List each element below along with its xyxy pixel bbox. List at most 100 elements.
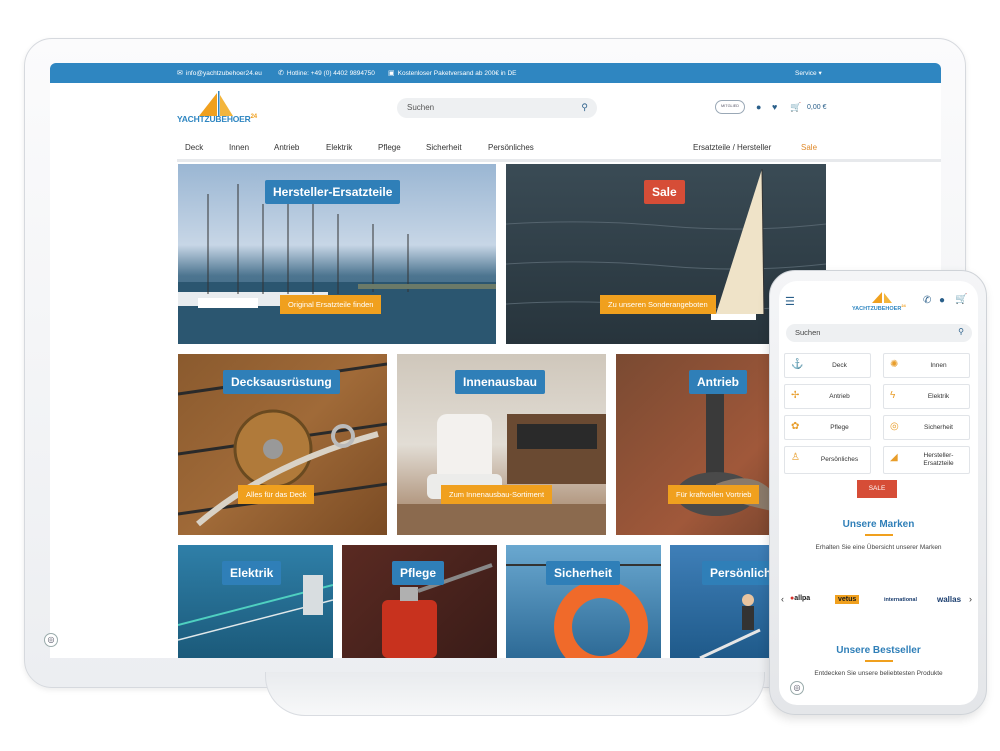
search-icon[interactable]: ⚲ <box>581 102 588 113</box>
tile-innenausbau[interactable]: Innenausbau Zum Innenausbau-Sortiment <box>397 354 606 535</box>
lightning-icon: ϟ <box>890 390 896 401</box>
mobile-cat-innen[interactable]: ✺ Innen <box>883 353 970 378</box>
topbar-service-menu[interactable]: Service ▾ <box>795 69 822 77</box>
member-badge: MITGLIED <box>715 100 745 114</box>
topbar-email[interactable]: ✉ info@yachtzubehoer24.eu <box>177 69 262 78</box>
tile-elektrik[interactable]: Elektrik <box>178 545 333 658</box>
nav-item-innen[interactable]: Innen <box>229 143 249 152</box>
mobile-cat-label: Pflege <box>830 423 849 431</box>
logo-wordmark: YACHTZUBEHOER24 <box>177 114 257 124</box>
mobile-logo-text: YACHTZUBEHOER <box>852 305 902 312</box>
nav-item-sicherheit[interactable]: Sicherheit <box>426 143 462 152</box>
site-logo[interactable]: YACHTZUBEHOER24 <box>177 89 267 129</box>
tile-title: Hersteller-Ersatzteile <box>265 180 401 204</box>
nav-item-deck[interactable]: Deck <box>185 143 203 152</box>
nav-item-antrieb[interactable]: Antrieb <box>274 143 299 152</box>
phone-icon[interactable]: ✆ <box>923 295 931 306</box>
tile-cta-button[interactable]: Original Ersatzteile finden <box>280 295 382 314</box>
main-nav: Deck Innen Antrieb Elektrik Pflege Siche… <box>50 139 941 159</box>
nav-divider <box>177 159 941 162</box>
bestseller-subtitle: Entdecken Sie unsere beliebtesten Produk… <box>814 670 943 677</box>
mobile-sale-button[interactable]: SALE <box>857 480 897 498</box>
brand-vetus[interactable]: vetus <box>835 595 860 604</box>
mobile-logo-wordmark: YACHTZUBEHOER24 <box>852 303 906 312</box>
cart-icon[interactable]: 🛒 <box>790 102 801 113</box>
fingerprint-icon[interactable]: ◎ <box>44 633 58 647</box>
heart-icon[interactable]: ♥ <box>772 102 777 112</box>
topbar-shipping-text: Kostenloser Paketversand ab 200€ in DE <box>397 69 517 77</box>
tile-title: Antrieb <box>689 370 747 394</box>
brands-heading-underline <box>865 534 893 536</box>
mobile-cat-antrieb[interactable]: ✢ Antrieb <box>784 384 871 409</box>
tile-cta-button[interactable]: Für kraftvollen Vortrieb <box>668 485 760 504</box>
tile-title: Sicherheit <box>546 561 621 585</box>
tile-title: Pflege <box>392 561 445 585</box>
logo-sup: 24 <box>250 114 257 121</box>
phone-frame: ☰ YACHTZUBEHOER24 ✆ ● 🛒 Suchen ⚲ ⚓ Deck … <box>769 270 987 715</box>
mobile-search-input[interactable]: Suchen ⚲ <box>786 324 972 342</box>
stage: ✉ info@yachtzubehoer24.eu ✆ Hotline: +49… <box>0 0 1000 751</box>
tile-cta-button[interactable]: Zum Innenausbau-Sortiment <box>441 485 553 504</box>
mobile-logo-sup: 24 <box>901 303 906 308</box>
nav-item-sale[interactable]: Sale <box>801 143 817 152</box>
logo-text: YACHTZUBEHOER <box>177 114 251 124</box>
topbar-service-text: Service ▾ <box>795 70 822 77</box>
fingerprint-icon[interactable]: ◎ <box>790 681 804 695</box>
nav-item-elektrik[interactable]: Elektrik <box>326 143 352 152</box>
mobile-cat-pflege[interactable]: ✿ Pflege <box>784 415 871 440</box>
cart-icon[interactable]: 🛒 <box>955 294 967 305</box>
mobile-cat-persoenliches[interactable]: ♙ Persönliches <box>784 446 871 474</box>
care-icon: ✿ <box>791 421 800 432</box>
mobile-logo[interactable]: YACHTZUBEHOER24 <box>852 291 912 312</box>
search-input[interactable]: Suchen ⚲ <box>397 98 597 118</box>
tile-cta-button[interactable]: Zu unseren Sonderangeboten <box>600 295 716 314</box>
mobile-cat-label: Elektrik <box>927 392 950 400</box>
mobile-screen: ☰ YACHTZUBEHOER24 ✆ ● 🛒 Suchen ⚲ ⚓ Deck … <box>779 281 978 705</box>
chevron-left-icon[interactable]: ‹ <box>781 594 784 604</box>
propeller-icon: ✢ <box>791 390 800 401</box>
mobile-cat-elektrik[interactable]: ϟ Elektrik <box>883 384 970 409</box>
bestseller-heading-underline <box>865 660 893 662</box>
phone-icon: ✆ <box>278 70 284 77</box>
brand-international[interactable]: international <box>884 597 917 603</box>
tile-title: Elektrik <box>222 561 282 585</box>
mobile-cat-deck[interactable]: ⚓ Deck <box>784 353 871 378</box>
nav-item-persoenliches[interactable]: Persönliches <box>488 143 534 152</box>
topbar-email-text: info@yachtzubehoer24.eu <box>185 69 262 77</box>
topbar-hotline-text: Hotline: +49 (0) 4402 9894750 <box>286 69 375 77</box>
sun-icon: ✺ <box>890 359 899 370</box>
search-placeholder: Suchen <box>407 103 435 112</box>
site-header: YACHTZUBEHOER24 Suchen ⚲ MITGLIED ● ♥ 🛒 … <box>50 83 941 139</box>
mobile-cat-label: Antrieb <box>829 392 850 400</box>
lifebuoy-icon: ◎ <box>890 421 899 432</box>
tile-sicherheit[interactable]: Sicherheit <box>506 545 661 658</box>
mobile-cat-sicherheit[interactable]: ◎ Sicherheit <box>883 415 970 440</box>
topbar-hotline[interactable]: ✆ Hotline: +49 (0) 4402 9894750 <box>278 69 375 78</box>
menu-icon[interactable]: ☰ <box>785 295 795 308</box>
mobile-cat-label: Hersteller-Ersatzteile <box>923 452 954 467</box>
nav-item-pflege[interactable]: Pflege <box>378 143 401 152</box>
search-icon[interactable]: ⚲ <box>958 327 964 336</box>
user-icon[interactable]: ● <box>939 295 945 306</box>
mobile-search-placeholder: Suchen <box>795 328 821 337</box>
anchor-icon: ⚓ <box>791 359 804 370</box>
sail-icon: ◢ <box>890 452 898 463</box>
topbar: ✉ info@yachtzubehoer24.eu ✆ Hotline: +49… <box>50 63 941 83</box>
brands-subtitle: Erhalten Sie eine Übersicht unserer Mark… <box>815 544 942 551</box>
box-icon: ▣ <box>388 70 395 77</box>
monitor-stand <box>265 672 765 716</box>
person-icon: ♙ <box>791 452 800 463</box>
tile-pflege[interactable]: Pflege <box>342 545 497 658</box>
brand-wallas[interactable]: wallas <box>937 595 961 604</box>
nav-item-ersatzteile[interactable]: Ersatzteile / Hersteller <box>693 143 771 152</box>
bestseller-heading: Unsere Bestseller <box>836 645 921 656</box>
mobile-cat-hersteller-ersatzteile[interactable]: ◢ Hersteller-Ersatzteile <box>883 446 970 474</box>
mobile-cat-label: Sicherheit <box>924 423 953 431</box>
user-icon[interactable]: ● <box>756 102 761 112</box>
chevron-right-icon[interactable]: › <box>969 594 972 604</box>
tile-decksausruestung[interactable]: Decksausrüstung Alles für das Deck <box>178 354 387 535</box>
tile-cta-button[interactable]: Alles für das Deck <box>238 485 315 504</box>
cart-total[interactable]: 0,00 € <box>807 104 826 111</box>
brand-allpa[interactable]: ●allpa <box>790 595 810 602</box>
tile-hersteller-ersatzteile[interactable]: Hersteller-Ersatzteile Original Ersatzte… <box>178 164 496 344</box>
